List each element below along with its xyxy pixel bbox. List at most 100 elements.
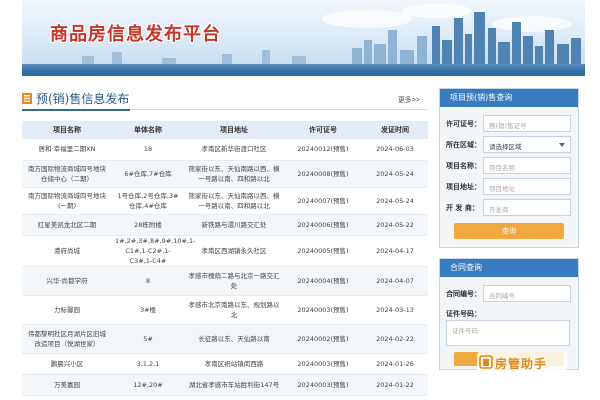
section-header: 预(销)售信息发布 更多>>	[22, 88, 428, 111]
cell-building-name: 1#,2#,3#,8#,9#,10#,1-C1#,1-C2#,1-C3#,1-C…	[112, 235, 196, 267]
table-row[interactable]: 港府尚城 1#,2#,3#,8#,9#,10#,1-C1#,1-C2#,1-C3…	[22, 235, 428, 267]
cell-date: 2024-01-22	[362, 374, 428, 396]
col-issue-date: 发证时间	[362, 121, 428, 139]
section-underline	[22, 109, 130, 111]
cell-building-name: 18	[112, 139, 184, 161]
license-input[interactable]: 预(销)售证号	[483, 115, 571, 132]
table-header-row: 项目名称 单体名称 项目地址 许可证号 发证时间	[22, 121, 428, 139]
cell-address: 孝南区祝站镇闵西路	[184, 353, 284, 375]
cell-license: 20240003(预售)	[284, 374, 362, 396]
project-name-row: 项目名称： 项目名称	[446, 157, 574, 175]
cell-building-name: 8	[112, 266, 184, 296]
cell-address: 孝南区西湖镇永久社区	[184, 235, 284, 267]
header-banner: 商品房信息发布平台	[22, 0, 585, 72]
cell-building-name: 6#仓库,7#仓库	[112, 160, 184, 188]
table-row[interactable]: 力标馨园 3#楼 孝感市北京南路以东、规划路以北 20240003(预售) 20…	[22, 295, 428, 325]
cell-project-name[interactable]: 南方国际物流商城四号地块仓储中心（二期）	[22, 160, 112, 188]
house-logo-icon	[479, 355, 493, 369]
cell-project-name[interactable]: 红星美凯龙北区二期	[22, 214, 112, 236]
table-row[interactable]: 南方国际物流商城四号地块仓储中心（二期） 6#仓库,7#仓库 熊家街以东、天仙南…	[22, 160, 428, 188]
project-name-label: 项目名称：	[446, 162, 481, 170]
district-select[interactable]: 请选择区域	[483, 136, 571, 153]
section-title: 预(销)售信息发布	[36, 92, 130, 106]
cell-date: 2024-04-07	[362, 266, 428, 296]
district-row: 所在区域： 请选择区域	[446, 136, 574, 154]
table-row[interactable]: 南方国际物流商城四号地块(一期) 1号仓库,2号仓库,3#仓库,4#仓库 熊家街…	[22, 187, 428, 215]
cell-address: 新铁路与澴川路交汇处	[184, 214, 284, 236]
cell-project-name[interactable]: 鹏晨兴小区	[22, 353, 112, 375]
cell-building-name: 12#,20#	[112, 374, 184, 396]
list-icon	[22, 93, 32, 104]
project-query-panel: 项目预(销)售查询 许可证号： 预(销)售证号 所在区域： 请选择区域 项目名称…	[439, 88, 579, 248]
col-project-address: 项目地址	[184, 121, 284, 139]
banner-bar	[22, 72, 585, 76]
col-project-name: 项目名称	[22, 121, 112, 139]
cell-project-name[interactable]: 万美嘉园	[22, 374, 112, 396]
project-query-title: 项目预(销)售查询	[440, 89, 578, 107]
cell-address: 湖北省孝感市车站胜利街147号	[184, 374, 284, 396]
cell-date: 2024-01-26	[362, 353, 428, 375]
banner-road	[22, 64, 585, 72]
cell-date: 2024-02-22	[362, 324, 428, 354]
cell-address: 孝感市槐荫二路与北京一路交汇处	[184, 266, 284, 296]
cell-address: 孝感市北京南路以东、规划路以北	[184, 295, 284, 325]
cell-date: 2024-05-22	[362, 214, 428, 236]
cell-address: 熊家街以东、天仙南路以西、横一号路以南、四和路以北	[184, 187, 284, 215]
cell-license: 20240002(预售)	[284, 324, 362, 354]
cell-address: 长征路以东、天仙路以南	[184, 324, 284, 354]
col-building-name: 单体名称	[112, 121, 184, 139]
project-address-input[interactable]: 项目地址	[483, 178, 571, 195]
cell-building-name: 1号仓库,2号仓库,3#仓库,4#仓库	[112, 187, 184, 215]
presale-table: 项目名称 单体名称 项目地址 许可证号 发证时间 居和·幸福里二期XN 18 孝…	[22, 121, 428, 396]
cell-address: 孝南区新华街渡口社区	[184, 139, 284, 161]
table-row[interactable]: 兴华·尚都学府 8 孝感市槐荫二路与北京一路交汇处 20240004(预售) 2…	[22, 266, 428, 296]
cell-license: 20240004(预售)	[284, 266, 362, 296]
license-label: 许可证号：	[446, 120, 481, 128]
cell-project-name[interactable]: 兴华·尚都学府	[22, 266, 112, 296]
cell-project-name[interactable]: 港府尚城	[22, 235, 112, 267]
watermark: 房管助手	[477, 352, 567, 372]
cell-date: 2024-04-17	[362, 235, 428, 267]
developer-input[interactable]: 开发商	[483, 199, 571, 216]
contract-no-label: 合同编号：	[446, 290, 481, 298]
cell-address: 熊家街以东、天仙南路以西、横一号路以南、四和路以北	[184, 160, 284, 188]
site-title: 商品房信息发布平台	[50, 24, 221, 45]
cell-project-name[interactable]: 伟都黎明社区月湖片区旧城改造项目（悦湖世家）	[22, 324, 112, 354]
more-link[interactable]: 更多>>	[398, 95, 420, 105]
watermark-text: 房管助手	[495, 357, 548, 371]
cell-license: 20240012(预售)	[284, 139, 362, 161]
project-query-button[interactable]: 查询	[454, 223, 564, 239]
contract-no-row: 合同编号： 合同编号	[446, 285, 574, 303]
cell-license: 20240003(预售)	[284, 295, 362, 325]
table-row[interactable]: 鹏晨兴小区 3,1,2,1 孝南区祝站镇闵西路 20240003(预售) 202…	[22, 353, 428, 375]
contract-no-input[interactable]: 合同编号	[483, 285, 571, 302]
cell-building-name: 3,1,2,1	[112, 353, 184, 375]
table-row[interactable]: 万美嘉园 12#,20# 湖北省孝感市车站胜利街147号 20240003(预售…	[22, 374, 428, 396]
cert-no-input[interactable]: 证件号码	[446, 320, 570, 346]
cell-project-name[interactable]: 南方国际物流商城四号地块(一期)	[22, 187, 112, 215]
district-label: 所在区域：	[446, 141, 481, 149]
cell-building-name: 5#	[112, 324, 184, 354]
license-row: 许可证号： 预(销)售证号	[446, 115, 574, 133]
table-row[interactable]: 红星美凯龙北区二期 28栋附楼 新铁路与澴川路交汇处 20240006(预售) …	[22, 214, 428, 236]
col-license-no: 许可证号	[284, 121, 362, 139]
table-row[interactable]: 居和·幸福里二期XN 18 孝南区新华街渡口社区 20240012(预售) 20…	[22, 139, 428, 161]
table-row[interactable]: 伟都黎明社区月湖片区旧城改造项目（悦湖世家） 5# 长征路以东、天仙路以南 20…	[22, 324, 428, 354]
cert-no-label: 证件号码：	[446, 310, 481, 318]
cell-date: 2024-05-24	[362, 187, 428, 215]
cell-license: 20240008(预售)	[284, 160, 362, 188]
contract-query-title: 合同查询	[440, 259, 578, 277]
cell-project-name[interactable]: 力标馨园	[22, 295, 112, 325]
presale-section: 预(销)售信息发布 更多>> 项目名称 单体名称 项目地址 许可证号 发证时间 …	[22, 88, 428, 396]
developer-label: 开 发 商：	[446, 204, 479, 212]
cell-date: 2024-03-13	[362, 295, 428, 325]
cell-license: 20240005(预售)	[284, 235, 362, 267]
cell-date: 2024-05-24	[362, 160, 428, 188]
project-name-input[interactable]: 项目名称	[483, 157, 571, 174]
chevron-down-icon	[559, 143, 565, 147]
cell-date: 2024-06-03	[362, 139, 428, 161]
developer-row: 开 发 商： 开发商	[446, 199, 574, 217]
cell-license: 20240006(预售)	[284, 214, 362, 236]
cell-project-name[interactable]: 居和·幸福里二期XN	[22, 139, 112, 161]
cell-building-name: 28栋附楼	[112, 214, 184, 236]
